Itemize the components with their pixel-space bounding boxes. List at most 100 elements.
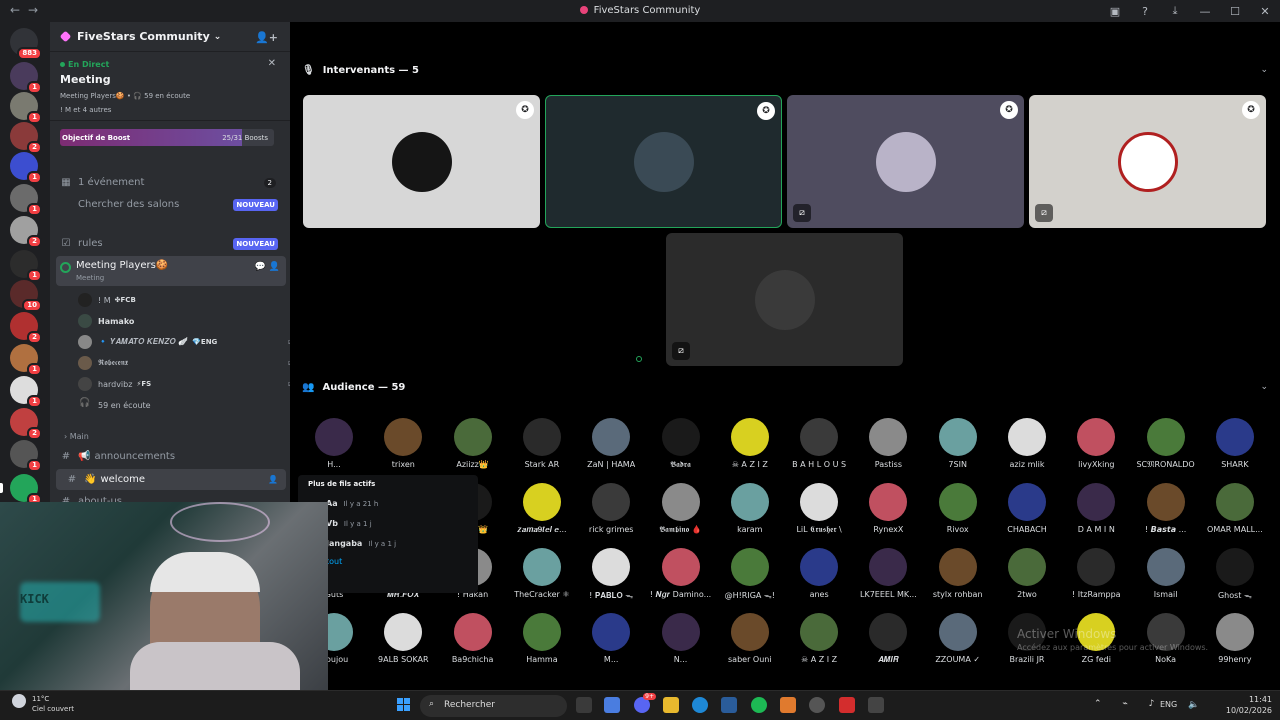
home-button[interactable]: 883 (10, 28, 42, 60)
server-icon-active[interactable]: 1 (0, 474, 42, 506)
audience-member[interactable]: trixen (369, 418, 437, 469)
speaker-tile[interactable]: ✪ (303, 95, 540, 228)
audience-member[interactable]: TheCracker ⚛ (508, 548, 576, 599)
audience-member[interactable]: Stark AR (508, 418, 576, 469)
server-icon[interactable]: 1 (10, 344, 42, 376)
invite-icon[interactable]: 👤+ (255, 31, 278, 44)
events-item[interactable]: ▦ 1 événement 2 (50, 172, 290, 193)
audience-member[interactable]: Aziizz👑 (439, 418, 507, 469)
audience-member[interactable]: Rivox (924, 483, 992, 534)
audience-member[interactable]: RynexX (854, 483, 922, 534)
voice-tools[interactable]: 💬 👤 (255, 262, 280, 272)
audience-member[interactable]: OMAR MALL... (1201, 483, 1269, 534)
audience-member[interactable]: N... (647, 613, 715, 664)
audience-member[interactable]: livyXking (1062, 418, 1130, 469)
obs-icon[interactable] (809, 697, 825, 713)
chevron-down-icon[interactable]: ⌄ (1260, 65, 1268, 75)
taskbar-search[interactable]: ⌕ Rechercher (420, 695, 567, 717)
audience-member[interactable]: Hamma (508, 613, 576, 664)
speaker-tile[interactable]: ✪ ⧄ (787, 95, 1024, 228)
audience-member[interactable]: stylx rohban (924, 548, 992, 599)
audience-member[interactable]: ZaN | HAMA (577, 418, 645, 469)
audience-member[interactable]: B A H L O U S (785, 418, 853, 469)
speaker-tile[interactable]: ⧄ (666, 233, 903, 366)
channel-about-us[interactable]: # about-us (50, 491, 290, 502)
audience-member[interactable]: SC𝔐RONALDO (1132, 418, 1200, 470)
weather-widget[interactable]: 11°C Ciel couvert (12, 694, 74, 714)
windows-start-icon[interactable] (397, 698, 411, 712)
maximize-button[interactable]: ☐ (1220, 5, 1250, 18)
audience-member[interactable]: Pastiss (854, 418, 922, 469)
audience-member[interactable]: ! 𝘽𝙖𝙨𝙩𝙖 ... (1132, 483, 1200, 534)
audience-member[interactable]: 𝒛𝒂𝒎𝒂𝟗𝒕𝒆𝒍 𝒆... (508, 483, 576, 535)
app-icon[interactable] (780, 697, 796, 713)
audience-member[interactable]: @H!RIGA ᯓ! (716, 548, 784, 601)
server-icon[interactable]: 1 (10, 152, 42, 184)
edge-icon[interactable] (692, 697, 708, 713)
audience-member[interactable]: D A M I N (1062, 483, 1130, 534)
help-icon[interactable]: ? (1130, 5, 1160, 18)
audience-member[interactable]: ! 𝐏𝐀𝐁𝐋𝐎 ᯓ (577, 548, 645, 601)
server-icon[interactable]: 1 (10, 440, 42, 472)
voice-member[interactable]: 🔹 𝒀𝑨𝑴𝑨𝑻𝑶 𝑲𝑬𝑵𝒁𝑶 🪽💎ENG⧄ (78, 332, 290, 352)
audience-header[interactable]: 👥 Audience — 59 (302, 382, 405, 393)
server-icon[interactable]: 1 (10, 62, 42, 94)
server-icon[interactable]: 10 (10, 280, 42, 312)
audience-member[interactable]: Ismail (1132, 548, 1200, 599)
audience-member[interactable]: Ghost ᯓ (1201, 548, 1269, 601)
audience-member[interactable]: ! 𝑵𝒈𝒓 Damino... (647, 548, 715, 600)
category-main[interactable]: › Main (64, 432, 89, 441)
voice-member[interactable]: ! M ✤FCB (78, 290, 136, 310)
server-icon[interactable]: 2 (10, 408, 42, 440)
audience-member[interactable]: 𝕭𝖆𝖉𝖗𝖆 (647, 418, 715, 470)
audience-member[interactable]: CHABACH (993, 483, 1061, 534)
audience-member[interactable]: 𝕭𝖆𝖒𝖇𝖎𝖓𝖔 🩸 (647, 483, 715, 535)
audience-member[interactable]: Ba9chicha (439, 613, 507, 664)
audience-member[interactable]: saber Ouni (716, 613, 784, 664)
channel-welcome[interactable]: # 👋 welcome 👤 (56, 469, 286, 490)
browse-channels-item[interactable]: Chercher des salons NOUVEAU (50, 194, 290, 215)
app-icon[interactable] (839, 697, 855, 713)
inbox-icon[interactable]: ▣ (1100, 5, 1130, 18)
live-stage-card[interactable]: En Direct Meeting Meeting Players🍪 • 🎧 5… (50, 52, 290, 121)
language-indicator[interactable]: ENG (1160, 700, 1177, 709)
audience-member[interactable]: 99henry (1201, 613, 1269, 664)
server-icon[interactable]: 2 (10, 122, 42, 154)
boost-goal-bar[interactable]: Objectif de Boost 25/31 Boosts (60, 129, 274, 146)
audience-member[interactable]: 2two (993, 548, 1061, 599)
add-member-icon[interactable]: 👤 (268, 475, 278, 484)
audience-member[interactable]: 9ALB SOKAR (369, 613, 437, 664)
server-header[interactable]: FiveStars Community ⌄ 👤+ (50, 22, 290, 52)
audience-member[interactable]: H... (300, 418, 368, 469)
close-icon[interactable]: ✕ (268, 58, 276, 69)
speaker-tile-active[interactable]: ✪ (545, 95, 782, 228)
task-view-icon[interactable] (576, 697, 592, 713)
audience-member[interactable]: SHARK (1201, 418, 1269, 469)
listeners-row[interactable]: 🎧 59 en écoute (78, 395, 150, 415)
audience-member[interactable]: NoKa (1132, 613, 1200, 664)
spotify-icon[interactable] (751, 697, 767, 713)
server-icon[interactable]: 2 (10, 216, 42, 248)
clock[interactable]: 11:41 10/02/2026 (1226, 694, 1272, 716)
audience-member[interactable]: ZZOUMA ✓ (924, 613, 992, 664)
voice-member[interactable]: 𝕽𝖔𝖇𝖊𝖈𝖊𝖓𝖝⧄ (78, 353, 290, 373)
audience-member[interactable]: 𝑨𝑴𝑰𝑹 (854, 613, 922, 665)
system-tray[interactable]: ⌃ ⌁ ♪ (1094, 699, 1163, 709)
download-icon[interactable]: ⤓ (1160, 4, 1190, 18)
audience-member[interactable]: ☠ A Z I Z (785, 613, 853, 664)
speakers-header[interactable]: 🎙 Intervenants — 5 (302, 65, 419, 76)
server-icon[interactable]: 2 (10, 312, 42, 344)
server-icon[interactable]: 1 (10, 376, 42, 408)
copilot-icon[interactable] (604, 697, 620, 713)
store-icon[interactable] (721, 697, 737, 713)
audience-member[interactable]: ! ItzRamppa (1062, 548, 1130, 599)
audience-member[interactable]: 7SIN (924, 418, 992, 469)
active-app-icon[interactable] (868, 697, 884, 713)
close-window-button[interactable]: ✕ (1250, 5, 1280, 18)
speaker-tile[interactable]: ✪ ⧄ (1029, 95, 1266, 228)
discord-icon[interactable]: 9+ (634, 693, 656, 713)
audience-member[interactable]: rick grimes (577, 483, 645, 534)
chevron-down-icon[interactable]: ⌄ (1260, 382, 1268, 392)
audience-member[interactable]: karam (716, 483, 784, 534)
server-icon[interactable]: 1 (10, 250, 42, 282)
